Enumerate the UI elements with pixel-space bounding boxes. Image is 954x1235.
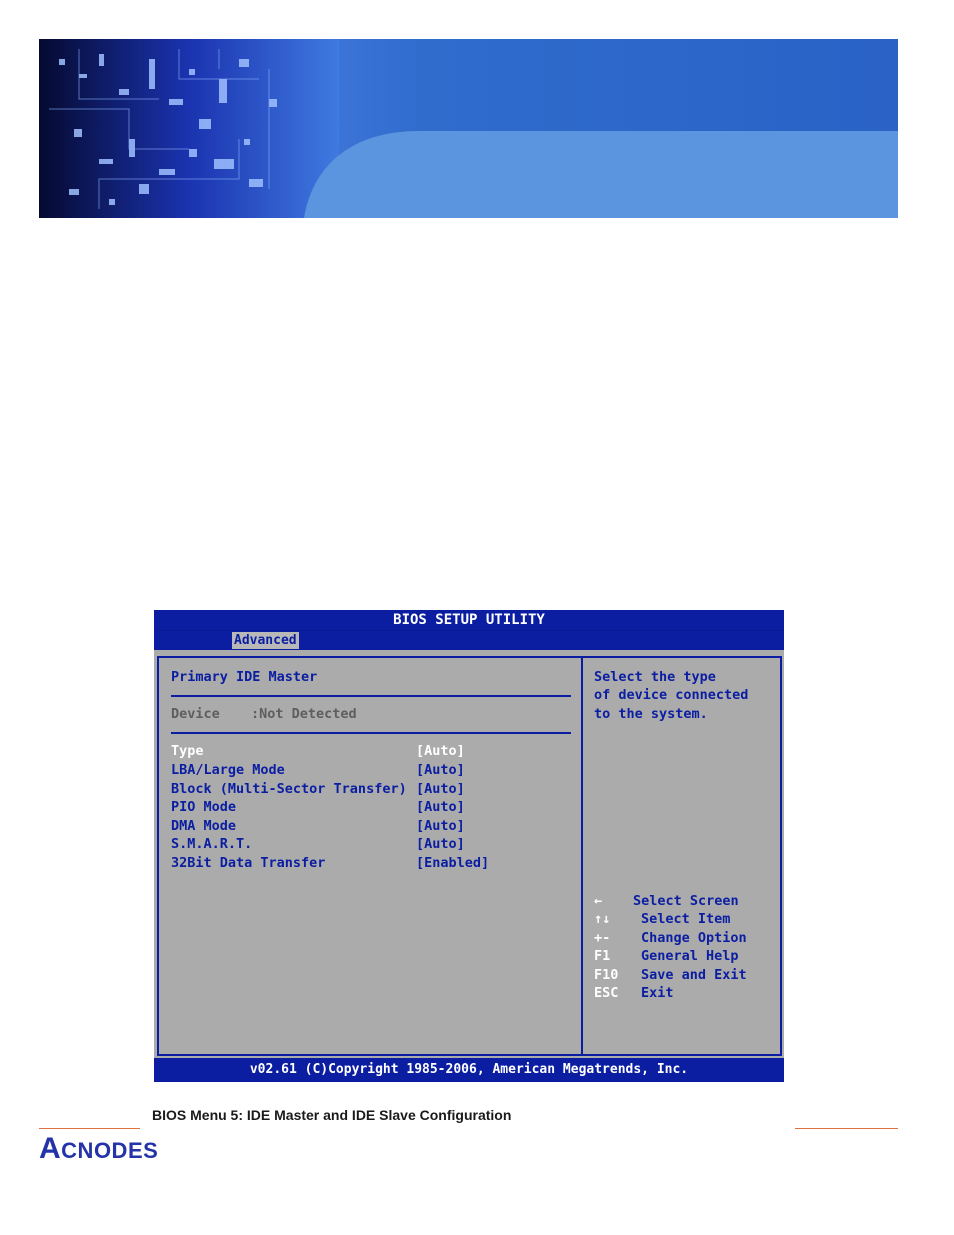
acnodes-logo: ACNODES [39, 1132, 158, 1166]
device-label: Device [171, 706, 220, 722]
setting-value-pio[interactable]: [Auto] [416, 799, 465, 815]
logo-rest: CNODES [61, 1138, 159, 1163]
setting-value-type[interactable]: [Auto] [416, 743, 465, 759]
setting-label-smart[interactable]: S.M.A.R.T. [171, 836, 252, 852]
device-value: :Not Detected [251, 706, 357, 722]
key-action: Exit [641, 985, 674, 1001]
key-plus-minus: +- [594, 930, 611, 946]
bios-screenshot: BIOS SETUP UTILITY Advanced Primary IDE … [154, 610, 784, 1082]
key-esc: ESC [594, 985, 619, 1001]
circuit-board-image [39, 39, 898, 218]
footer-rule-left [39, 1128, 140, 1129]
setting-value-smart[interactable]: [Auto] [416, 836, 465, 852]
key-action: Save and Exit [641, 967, 747, 983]
key-left-arrow-icon: ← [594, 893, 603, 909]
section-title: Primary IDE Master [171, 669, 318, 685]
key-f1: F1 [594, 948, 611, 964]
setting-label-pio[interactable]: PIO Mode [171, 799, 236, 815]
setting-value-lba[interactable]: [Auto] [416, 762, 465, 778]
key-action: Select Screen [633, 893, 739, 909]
key-action: Select Item [641, 911, 731, 927]
bios-title: BIOS SETUP UTILITY [154, 610, 784, 630]
key-action: Change Option [641, 930, 747, 946]
setting-label-32bit[interactable]: 32Bit Data Transfer [171, 855, 325, 871]
key-action: General Help [641, 948, 739, 964]
tab-advanced[interactable]: Advanced [232, 632, 299, 649]
setting-label-dma[interactable]: DMA Mode [171, 818, 236, 834]
device-underline [171, 732, 571, 734]
help-line: Select the type [594, 669, 716, 685]
bios-divider [581, 656, 583, 1056]
key-updown-arrow-icon: ↑↓ [594, 911, 611, 927]
key-f10: F10 [594, 967, 619, 983]
setting-label-block[interactable]: Block (Multi-Sector Transfer) [171, 781, 407, 797]
footer-rule-right [795, 1128, 898, 1129]
setting-value-block[interactable]: [Auto] [416, 781, 465, 797]
figure-caption: BIOS Menu 5: IDE Master and IDE Slave Co… [152, 1107, 512, 1123]
bios-footer: v02.61 (C)Copyright 1985-2006, American … [154, 1058, 784, 1082]
help-line: to the system. [594, 706, 708, 722]
header-banner [39, 39, 898, 218]
logo-initial: A [39, 1132, 62, 1165]
section-underline [171, 695, 571, 697]
setting-value-dma[interactable]: [Auto] [416, 818, 465, 834]
setting-label-type[interactable]: Type [171, 743, 204, 759]
help-line: of device connected [594, 687, 749, 703]
setting-label-lba[interactable]: LBA/Large Mode [171, 762, 285, 778]
setting-value-32bit[interactable]: [Enabled] [416, 855, 489, 871]
